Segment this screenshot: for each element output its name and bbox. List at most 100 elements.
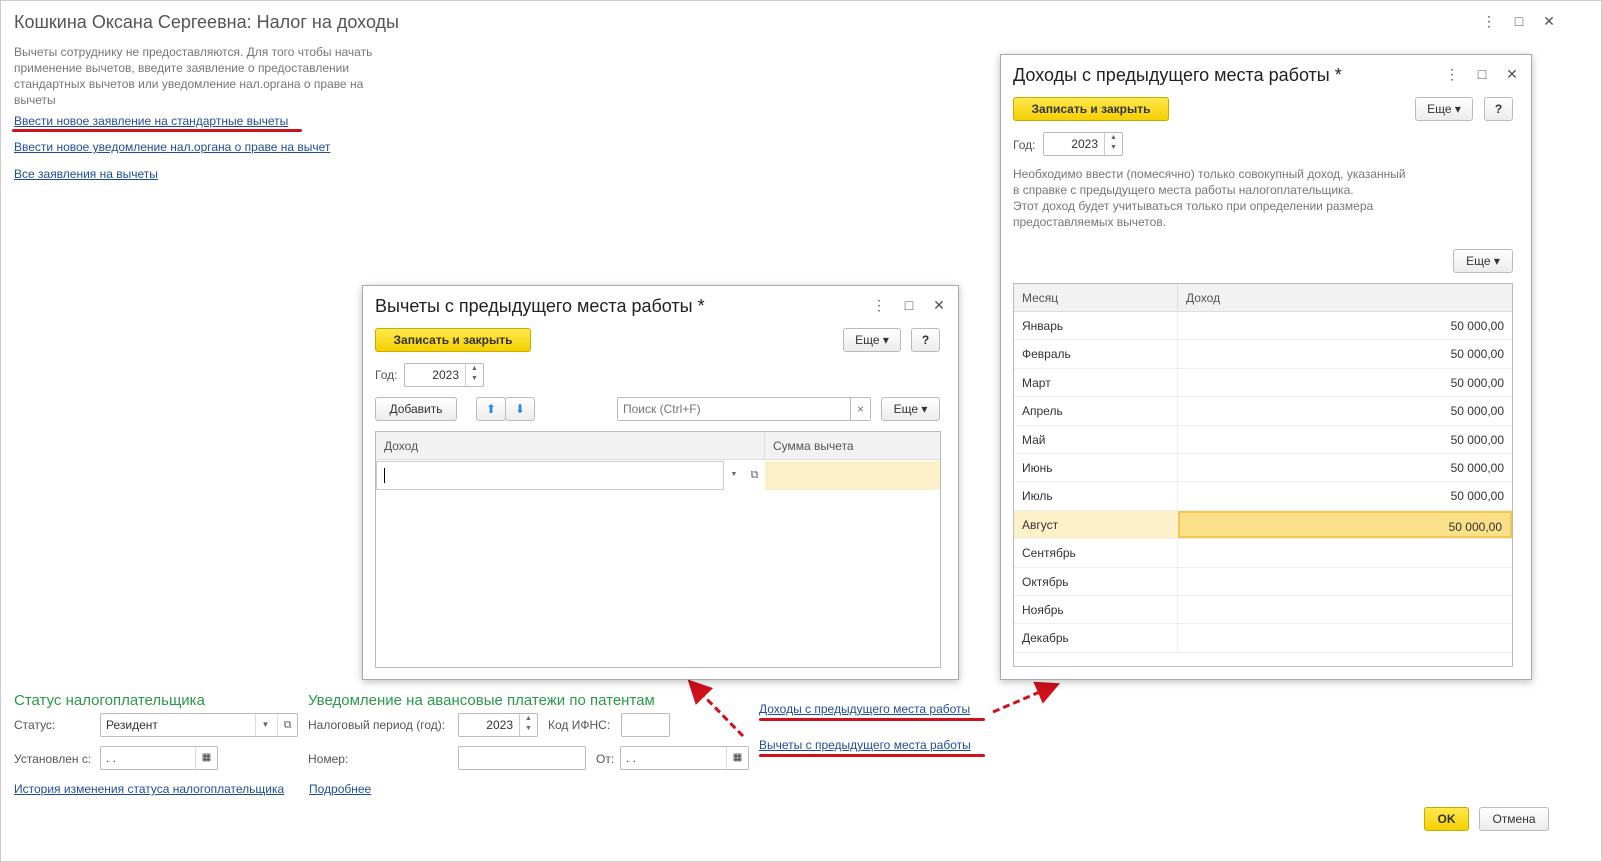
column-header-deduction[interactable]: Сумма вычета xyxy=(765,432,940,460)
income-cell[interactable] xyxy=(1178,596,1512,623)
new-notice-link[interactable]: Ввести новое уведомление нал.органа о пр… xyxy=(14,140,330,154)
maximize-icon[interactable]: □ xyxy=(1511,13,1527,29)
from-date-field[interactable]: . . ▦ xyxy=(620,746,749,770)
chevron-down-icon[interactable]: ▼ xyxy=(255,714,275,736)
table-row[interactable]: Апрель 50 000,00 xyxy=(1014,397,1512,426)
table-row[interactable]: Июль 50 000,00 xyxy=(1014,482,1512,511)
income-cell[interactable]: 50 000,00 xyxy=(1178,482,1512,509)
calendar-icon[interactable]: ▦ xyxy=(726,747,748,769)
since-label: Установлен с: xyxy=(14,752,92,766)
chevron-down-icon[interactable]: ▼ xyxy=(724,461,744,490)
clear-search-button[interactable]: × xyxy=(850,397,871,421)
income-cell[interactable] xyxy=(1178,568,1512,595)
income-cell[interactable]: 50 000,00 xyxy=(1178,397,1512,424)
income-cell[interactable] xyxy=(1178,624,1512,651)
move-down-button[interactable]: ⬇ xyxy=(505,397,535,421)
table-row[interactable]: Май 50 000,00 xyxy=(1014,425,1512,454)
month-cell: Сентябрь xyxy=(1014,539,1178,567)
table-row[interactable]: Октябрь xyxy=(1014,567,1512,596)
more-details-link[interactable]: Подробнее xyxy=(309,782,371,796)
year-field[interactable]: 2023 ▲ ▼ xyxy=(1043,132,1123,156)
more-icon[interactable]: ⋮ xyxy=(871,297,887,314)
status-select[interactable]: Резидент ▼ ⧉ xyxy=(100,713,298,737)
income-cell[interactable]: 50 000,00 xyxy=(1178,510,1512,539)
annotation-underline xyxy=(12,129,302,132)
table-row[interactable]: Февраль 50 000,00 xyxy=(1014,340,1512,369)
more-button[interactable]: Еще ▾ xyxy=(843,328,901,352)
status-history-link[interactable]: История изменения статуса налогоплательщ… xyxy=(14,782,284,796)
table-row[interactable]: Декабрь xyxy=(1014,624,1512,653)
number-label: Номер: xyxy=(308,752,349,766)
column-header-income[interactable]: Доход xyxy=(376,432,765,460)
since-date-value: . . xyxy=(106,751,117,765)
table-row[interactable]: Март 50 000,00 xyxy=(1014,368,1512,398)
since-date-field[interactable]: . . ▦ xyxy=(100,746,218,770)
month-cell: Январь xyxy=(1014,312,1178,340)
table-row[interactable]: Август 50 000,00 xyxy=(1014,510,1512,540)
close-icon[interactable]: ✕ xyxy=(1541,13,1557,30)
income-cell[interactable]: 50 000,00 xyxy=(1178,312,1512,339)
income-rows: Январь 50 000,00 Февраль 50 000,00 Март 50 00… xyxy=(1014,312,1512,653)
column-header-month[interactable]: Месяц xyxy=(1014,284,1178,312)
cancel-button[interactable]: Отмена xyxy=(1479,807,1549,831)
income-cell[interactable]: 50 000,00 xyxy=(1178,454,1512,481)
month-cell: Март xyxy=(1014,368,1178,397)
year-value: 2023 xyxy=(1071,137,1098,151)
deductions-dialog: Вычеты с предыдущего места работы * ⋮ □ … xyxy=(362,285,959,680)
more-icon[interactable]: ⋮ xyxy=(1481,13,1497,30)
ok-button[interactable]: OK xyxy=(1424,807,1469,831)
table-row[interactable]: Сентябрь xyxy=(1014,539,1512,568)
table-row[interactable]: Январь 50 000,00 xyxy=(1014,312,1512,341)
all-applications-link[interactable]: Все заявления на вычеты xyxy=(14,167,158,181)
window-title: Кошкина Оксана Сергеевна: Налог на доход… xyxy=(14,12,399,32)
income-note: Необходимо ввести (помесячно) только сов… xyxy=(1013,167,1406,229)
open-icon[interactable]: ⧉ xyxy=(277,714,297,736)
from-label: От: xyxy=(596,752,615,766)
period-year-field[interactable]: 2023 ▲ ▼ xyxy=(458,713,538,737)
new-standard-deduction-link[interactable]: Ввести новое заявление на стандартные вы… xyxy=(14,114,288,128)
column-header-income[interactable]: Доход xyxy=(1178,284,1512,312)
more-icon[interactable]: ⋮ xyxy=(1444,66,1460,83)
month-cell: Июль xyxy=(1014,482,1178,510)
income-cell-input[interactable] xyxy=(376,461,724,490)
table-row[interactable]: Ноябрь xyxy=(1014,595,1512,625)
income-cell[interactable]: 50 000,00 xyxy=(1178,369,1512,396)
maximize-icon[interactable]: □ xyxy=(901,297,917,313)
year-value: 2023 xyxy=(432,368,459,382)
more-label: Еще xyxy=(893,402,919,416)
open-icon[interactable]: ⧉ xyxy=(744,461,765,490)
month-cell: Май xyxy=(1014,425,1178,453)
close-icon[interactable]: ✕ xyxy=(931,297,947,314)
search-input[interactable] xyxy=(617,397,851,421)
help-button[interactable]: ? xyxy=(911,328,940,352)
help-button[interactable]: ? xyxy=(1484,97,1513,121)
deduction-cell[interactable] xyxy=(765,461,940,490)
income-cell[interactable] xyxy=(1178,539,1512,566)
move-up-button[interactable]: ⬆ xyxy=(476,397,506,421)
table-more-button[interactable]: Еще ▾ xyxy=(1453,249,1513,273)
spinner-icon[interactable]: ▲ ▼ xyxy=(519,714,537,736)
add-button[interactable]: Добавить xyxy=(375,397,457,421)
table-more-button[interactable]: Еще ▾ xyxy=(881,397,940,421)
income-dialog: Доходы с предыдущего места работы * ⋮ □ … xyxy=(1000,54,1532,680)
close-icon[interactable]: ✕ xyxy=(1504,66,1520,83)
number-field[interactable] xyxy=(458,746,586,770)
calendar-icon[interactable]: ▦ xyxy=(195,747,217,769)
ifns-field[interactable] xyxy=(621,713,670,737)
more-label: Еще xyxy=(1427,102,1452,116)
spinner-icon[interactable]: ▲ ▼ xyxy=(1104,133,1122,155)
table-row[interactable]: Июнь 50 000,00 xyxy=(1014,453,1512,483)
maximize-icon[interactable]: □ xyxy=(1474,66,1490,82)
save-and-close-button[interactable]: Записать и закрыть xyxy=(375,328,531,352)
period-year-value: 2023 xyxy=(486,718,513,732)
more-button[interactable]: Еще ▾ xyxy=(1415,97,1473,121)
month-cell: Апрель xyxy=(1014,397,1178,425)
annotation-underline xyxy=(759,754,985,757)
month-cell: Декабрь xyxy=(1014,624,1178,652)
save-and-close-button[interactable]: Записать и закрыть xyxy=(1013,97,1169,121)
year-field[interactable]: 2023 ▲ ▼ xyxy=(404,363,484,387)
spinner-icon[interactable]: ▲ ▼ xyxy=(465,364,483,386)
month-cell: Июнь xyxy=(1014,453,1178,482)
income-cell[interactable]: 50 000,00 xyxy=(1178,340,1512,367)
income-cell[interactable]: 50 000,00 xyxy=(1178,426,1512,453)
